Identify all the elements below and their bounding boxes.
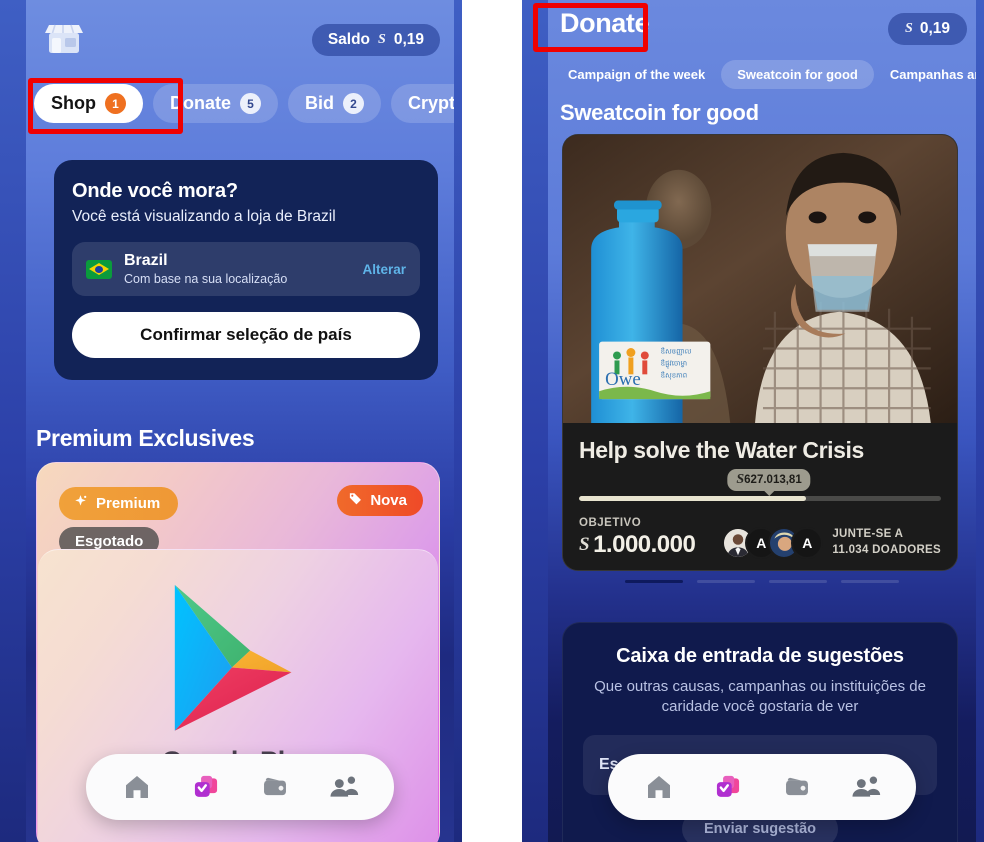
tab-bid[interactable]: Bid 2 (288, 84, 382, 123)
bottom-navigation-bar-right[interactable] (608, 754, 916, 820)
tab-donate[interactable]: Donate 5 (153, 84, 279, 123)
nav-shopping-bag-icon[interactable] (705, 764, 751, 810)
progress-track (579, 496, 941, 501)
campaign-footer: OBJETIVO S 1.000.000 A A JUNTE-SE A 11.0… (579, 517, 941, 559)
pagination-dot[interactable] (625, 580, 683, 583)
shop-content: Saldo S 0,19 Shop 1 Donate 5 Bid 2 Crypt… (26, 0, 454, 842)
goal-label: OBJETIVO (579, 517, 642, 529)
donate-section-title: Sweatcoin for good (560, 100, 759, 125)
donate-content: Donate S 0,19 Campaign of the week Sweat… (548, 0, 976, 842)
goal-block: OBJETIVO S 1.000.000 (579, 517, 696, 559)
shop-header: Saldo S 0,19 (34, 8, 448, 70)
donors-block[interactable]: A A JUNTE-SE A 11.034 DOADORES (722, 527, 941, 559)
tab-donate-badge: 5 (240, 93, 262, 114)
change-country-link[interactable]: Alterar (362, 262, 406, 277)
donate-screen: Donate S 0,19 Campaign of the week Sweat… (522, 0, 984, 842)
campaign-pagination[interactable] (548, 580, 976, 583)
new-badge: Nova (337, 485, 423, 516)
goal-value: 1.000.000 (593, 531, 696, 558)
sweatcoin-symbol-icon: S (736, 472, 745, 487)
campaign-photo: Owe ឳសឲញ្ញាល ឳផ្លូវចោម្ងា ឳសុខភាព (563, 135, 957, 423)
tab-campaign-of-the-week[interactable]: Campaign of the week (556, 60, 717, 89)
tab-bid-label: Bid (305, 93, 335, 113)
country-name: Brazil (124, 252, 168, 269)
premium-section-title: Premium Exclusives (36, 425, 255, 451)
pagination-dot[interactable] (841, 580, 899, 583)
tab-shop-badge: 1 (105, 93, 126, 114)
pagination-dot[interactable] (697, 580, 755, 583)
svg-text:ឳសឲញ្ញាល: ឳសឲញ្ញាល (661, 346, 692, 355)
campaign-card[interactable]: Owe ឳសឲញ្ញាល ឳផ្លូវចោម្ងា ឳសុខភាព Help s… (562, 134, 958, 571)
campaign-title: Help solve the Water Crisis (579, 437, 864, 463)
google-play-icon (163, 580, 313, 738)
tab-donate-label: Donate (170, 93, 232, 113)
balance-pill[interactable]: Saldo S 0,19 (311, 24, 440, 56)
sparkle-icon (73, 494, 88, 513)
tab-campanhas-anteriores[interactable]: Campanhas anteriores (878, 60, 976, 89)
shop-tab-bar: Shop 1 Donate 5 Bid 2 Crypto (34, 84, 454, 123)
panel-gutter (462, 0, 522, 842)
bottom-navigation-bar-left[interactable] (86, 754, 394, 820)
nav-shopping-bag-icon[interactable] (183, 764, 229, 810)
nav-wallet-icon[interactable] (252, 764, 298, 810)
goal-value-row: S 1.000.000 (579, 531, 696, 559)
raised-amount-bubble: S627.013,81 (727, 469, 811, 491)
sweatcoin-symbol-icon: S (378, 32, 386, 47)
nav-people-icon[interactable] (321, 764, 367, 810)
tab-crypto-label: Crypto (408, 93, 454, 113)
confirm-country-button[interactable]: Confirmar seleção de país (72, 312, 420, 358)
donate-balance-pill[interactable]: S 0,19 (888, 13, 967, 45)
donate-tab-bar: Campaign of the week Sweatcoin for good … (556, 60, 976, 89)
sweatcoin-symbol-icon: S (905, 21, 913, 36)
svg-text:ឳសុខភាព: ឳសុខភាព (661, 370, 687, 380)
raised-amount-value: 627.013,81 (744, 474, 802, 486)
tab-bid-badge: 2 (343, 93, 365, 114)
balance-value: 0,19 (393, 31, 424, 48)
right-panel-right-edge (976, 0, 984, 842)
nav-home-icon[interactable] (114, 764, 160, 810)
new-badge-label: Nova (370, 492, 407, 509)
suggestions-subtitle: Que outras causas, campanhas ou institui… (594, 678, 926, 715)
sweatcoin-symbol-icon: S (579, 534, 590, 555)
left-phone-screenshot: Saldo S 0,19 Shop 1 Donate 5 Bid 2 Crypt… (0, 0, 462, 842)
tag-icon (348, 491, 363, 510)
premium-badge-label: Premium (96, 495, 161, 512)
country-card-subtitle: Você está visualizando a loja de Brazil (72, 208, 336, 225)
country-selection-card: Onde você mora? Você está visualizando a… (54, 160, 438, 380)
dual-screenshot-container: Saldo S 0,19 Shop 1 Donate 5 Bid 2 Crypt… (0, 0, 984, 842)
right-panel-left-edge (522, 0, 548, 842)
country-card-title: Onde você mora? (72, 180, 238, 202)
tab-shop-label: Shop (51, 93, 96, 113)
donors-line-1: JUNTE-SE A (832, 528, 904, 541)
tab-shop[interactable]: Shop 1 (34, 84, 143, 123)
progress-fill (579, 496, 806, 501)
country-text-block: Brazil Com base na sua localização (124, 252, 287, 286)
storefront-icon (42, 16, 86, 60)
campaign-body: Help solve the Water Crisis S627.013,81 (563, 423, 957, 570)
balance-label: Saldo (327, 31, 371, 48)
nav-home-icon[interactable] (636, 764, 682, 810)
donate-balance-value: 0,19 (919, 20, 950, 37)
nav-people-icon[interactable] (843, 764, 889, 810)
avatar: A (791, 527, 824, 559)
donors-text: JUNTE-SE A 11.034 DOADORES (832, 527, 941, 558)
donor-avatars: A A (722, 527, 824, 559)
left-edge-strip (0, 0, 26, 842)
right-phone-screenshot: Donate S 0,19 Campaign of the week Sweat… (522, 0, 984, 842)
nav-wallet-icon[interactable] (774, 764, 820, 810)
donors-line-2: 11.034 DOADORES (832, 544, 941, 556)
shop-screen: Saldo S 0,19 Shop 1 Donate 5 Bid 2 Crypt… (0, 0, 462, 842)
right-edge-strip (454, 0, 462, 842)
tab-crypto[interactable]: Crypto (391, 84, 454, 123)
brazil-flag-icon (86, 259, 112, 279)
country-description: Com base na sua localização (124, 272, 288, 286)
campaign-progress: S627.013,81 (579, 469, 941, 501)
tab-sweatcoin-for-good[interactable]: Sweatcoin for good (721, 60, 874, 89)
suggestions-title: Caixa de entrada de sugestões (616, 645, 904, 667)
premium-badge: Premium (59, 487, 179, 520)
donate-page-title: Donate (560, 8, 650, 38)
country-row[interactable]: Brazil Com base na sua localização Alter… (72, 242, 420, 296)
pagination-dot[interactable] (769, 580, 827, 583)
